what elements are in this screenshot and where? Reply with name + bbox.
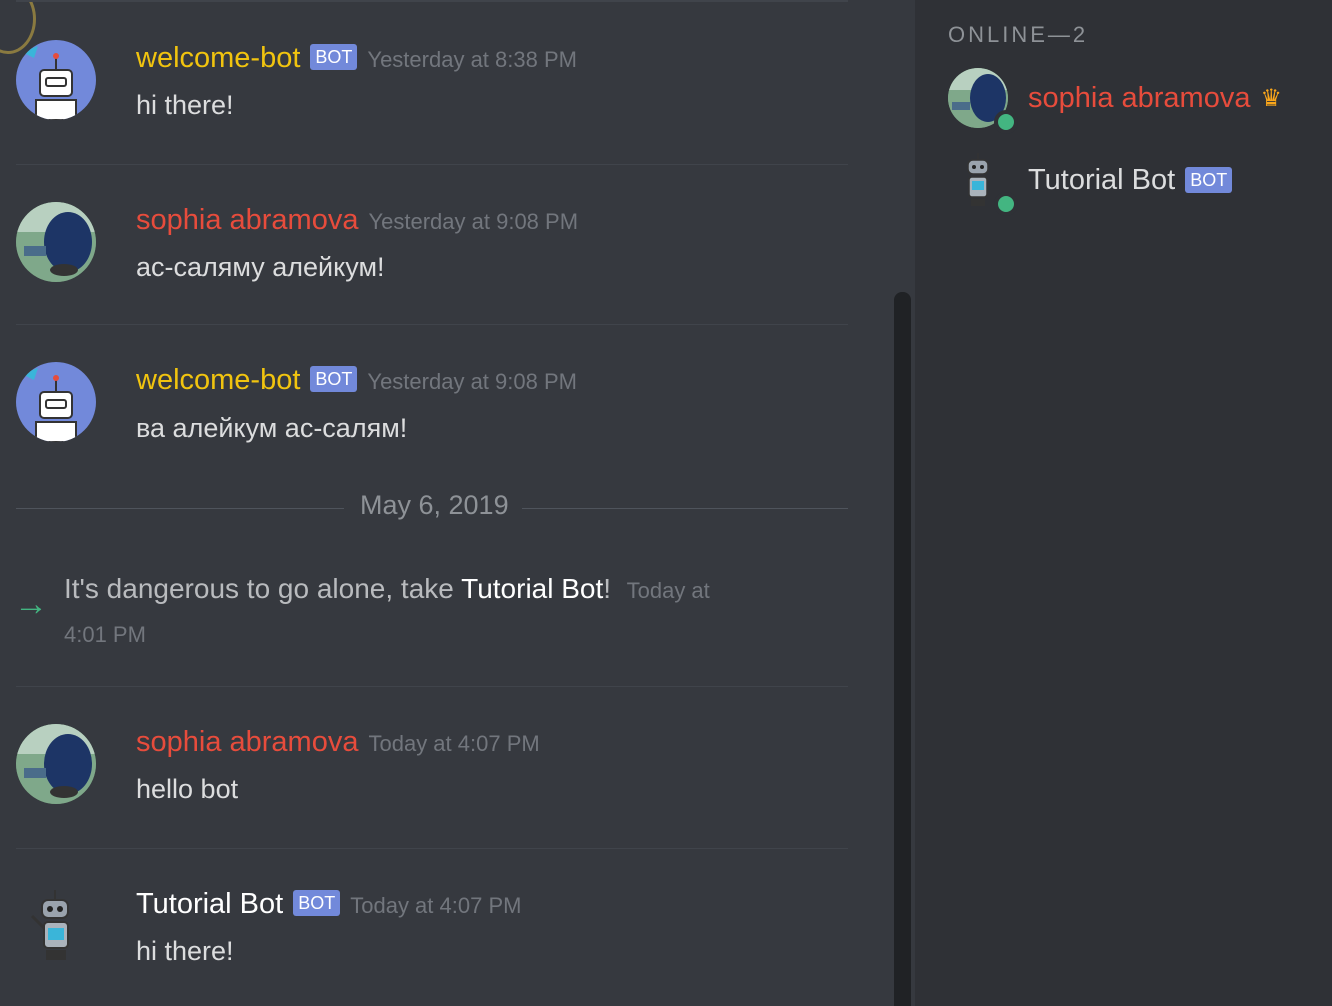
loading-spinner-icon	[0, 0, 36, 54]
message-header: sophia abramova Yesterday at 9:08 PM	[136, 204, 578, 237]
message-divider	[16, 324, 848, 325]
bot-badge: BOT	[1185, 167, 1233, 193]
message-timestamp: Today at 4:07 PM	[350, 893, 522, 918]
message-author[interactable]: sophia abramova	[136, 726, 358, 759]
system-message-suffix: !	[603, 573, 612, 604]
date-label: May 6, 2019	[360, 490, 509, 520]
message-divider	[16, 164, 848, 165]
message-timestamp: 4:01 PM	[64, 622, 146, 647]
robot-avatar[interactable]	[16, 362, 96, 442]
message-author[interactable]: sophia abramova	[136, 204, 358, 237]
system-message-username[interactable]: Tutorial Bot	[461, 573, 603, 604]
bot-badge: BOT	[310, 44, 358, 70]
tutorial-bot-avatar[interactable]	[16, 886, 96, 966]
separator-line	[522, 508, 848, 509]
robot-avatar[interactable]	[16, 40, 96, 120]
system-message-text: It's dangerous to go alone, take	[64, 573, 462, 604]
message-header: sophia abramova Today at 4:07 PM	[136, 726, 540, 759]
system-message: It's dangerous to go alone, take Tutoria…	[64, 568, 784, 656]
message-content: hi there!	[136, 90, 234, 120]
message-author[interactable]: Tutorial Bot	[136, 888, 283, 921]
message-divider	[16, 848, 848, 849]
message-timestamp: Yesterday at 8:38 PM	[367, 47, 577, 72]
message-timestamp: Yesterday at 9:08 PM	[367, 369, 577, 394]
message-header: welcome-bot BOT Yesterday at 9:08 PM	[136, 364, 577, 397]
online-status-icon	[994, 192, 1018, 216]
message-header: welcome-bot BOT Yesterday at 8:38 PM	[136, 42, 577, 75]
member-avatar	[948, 150, 1018, 216]
message-author[interactable]: welcome-bot	[136, 42, 300, 75]
member-name: sophia abramova	[1028, 81, 1251, 114]
bot-badge: BOT	[293, 890, 341, 916]
message-author[interactable]: welcome-bot	[136, 364, 300, 397]
user-photo-avatar[interactable]	[16, 202, 96, 282]
member-item-tutorial-bot[interactable]: Tutorial Bot BOT	[948, 150, 1233, 216]
divider	[16, 0, 848, 2]
message-content: hi there!	[136, 936, 234, 966]
separator-line	[16, 508, 344, 509]
message-header: Tutorial Bot BOT Today at 4:07 PM	[136, 888, 521, 921]
message-timestamp: Yesterday at 9:08 PM	[368, 209, 579, 234]
crown-icon: ♛	[1260, 84, 1282, 112]
message-timestamp: Today at	[626, 578, 710, 603]
member-avatar	[948, 68, 1018, 134]
message-content: ва алейкум ас-салям!	[136, 413, 408, 443]
message-content: hello bot	[136, 774, 239, 804]
chat-area: welcome-bot BOT Yesterday at 8:38 PM hi …	[0, 0, 894, 1006]
date-separator: May 6, 2019	[16, 490, 848, 524]
message-timestamp: Today at 4:07 PM	[368, 731, 540, 756]
user-photo-avatar[interactable]	[16, 724, 96, 804]
message-divider	[16, 686, 848, 687]
bot-badge: BOT	[310, 366, 358, 392]
member-name: Tutorial Bot	[1028, 163, 1176, 196]
online-heading: ONLINE—2	[948, 22, 1089, 47]
member-item-sophia-abramova[interactable]: sophia abramova ♛	[948, 68, 1282, 134]
online-status-icon	[994, 110, 1018, 134]
scrollbar-thumb[interactable]	[894, 292, 911, 1006]
join-arrow-icon: →	[14, 585, 48, 623]
message-content: ас-саляму алейкум!	[136, 252, 385, 282]
